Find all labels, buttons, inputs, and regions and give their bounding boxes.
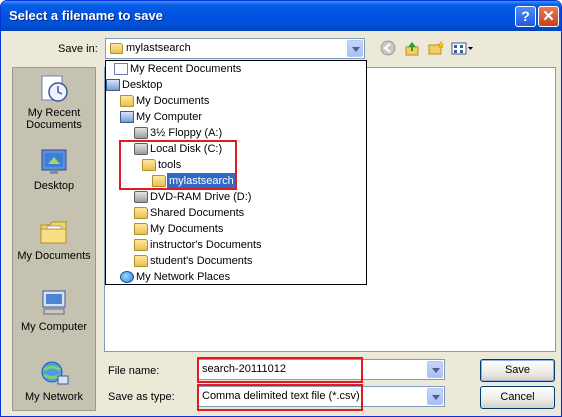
folder-icon [120, 95, 134, 107]
save-button[interactable]: Save [480, 359, 555, 382]
chevron-down-icon[interactable] [347, 40, 363, 57]
save-dialog: Select a filename to save ? ✕ Save in: m… [0, 0, 562, 417]
cancel-button[interactable]: Cancel [480, 386, 555, 409]
network-icon [38, 358, 70, 388]
place-desktop[interactable]: Desktop [13, 147, 95, 192]
places-bar: My Recent Documents Desktop My Documents… [12, 67, 96, 411]
dropdown-item-label: student's Documents [150, 255, 253, 267]
folder-icon [134, 207, 148, 219]
save-as-type-label: Save as type: [108, 391, 175, 403]
dropdown-item-label: instructor's Documents [150, 239, 262, 251]
up-folder-icon[interactable] [403, 40, 421, 58]
window-title: Select a filename to save [9, 8, 163, 23]
recent-documents-icon [114, 63, 128, 75]
place-my-network[interactable]: My Network [13, 358, 95, 403]
new-folder-icon[interactable] [427, 40, 445, 58]
place-label: My Documents [17, 250, 91, 262]
dropdown-item-label: My Computer [136, 111, 203, 123]
views-menu-icon[interactable] [451, 40, 475, 58]
file-name-label: File name: [108, 365, 160, 377]
place-label: My Network [24, 391, 84, 403]
dropdown-item-label: Shared Documents [150, 207, 245, 219]
my-documents-icon [38, 217, 70, 247]
folder-icon [134, 223, 148, 235]
dvd-drive-icon [134, 191, 148, 203]
help-button[interactable]: ? [515, 6, 536, 27]
recent-documents-icon [38, 74, 70, 104]
place-my-computer[interactable]: My Computer [13, 288, 95, 333]
chevron-down-icon[interactable] [427, 361, 443, 378]
folder-icon [134, 255, 148, 267]
my-computer-icon [38, 288, 70, 318]
folder-icon [134, 239, 148, 251]
floppy-drive-icon [134, 127, 148, 139]
save-in-label: Save in: [58, 43, 98, 55]
network-places-icon [120, 271, 134, 283]
close-button[interactable]: ✕ [538, 6, 559, 27]
chevron-down-icon[interactable] [427, 388, 443, 405]
desktop-icon [106, 79, 120, 91]
folder-icon [110, 43, 123, 54]
save-in-value: mylastsearch [126, 42, 191, 54]
desktop-icon [38, 147, 70, 177]
save-in-combo[interactable]: mylastsearch [105, 38, 365, 59]
back-arrow-icon[interactable] [379, 40, 397, 58]
dropdown-item-label: My Recent Documents [130, 63, 242, 75]
dropdown-item-label: My Documents [136, 95, 210, 107]
place-label: My Recent Documents [26, 107, 82, 131]
place-label: My Computer [20, 321, 88, 333]
title-bar: Select a filename to save ? ✕ [1, 1, 561, 31]
dropdown-item-label: Desktop [122, 79, 163, 91]
place-label: Desktop [33, 180, 75, 192]
place-recent-documents[interactable]: My Recent Documents [13, 74, 95, 131]
highlight-box [119, 140, 237, 190]
place-my-documents[interactable]: My Documents [13, 217, 95, 262]
dropdown-item-label: DVD-RAM Drive (D:) [150, 191, 252, 203]
dropdown-item-label: My Network Places [136, 271, 231, 283]
computer-icon [120, 111, 134, 123]
highlight-box [197, 357, 363, 383]
dropdown-item-label: My Documents [150, 223, 224, 235]
highlight-box [197, 384, 363, 411]
dropdown-item-label: 3½ Floppy (A:) [150, 127, 223, 139]
